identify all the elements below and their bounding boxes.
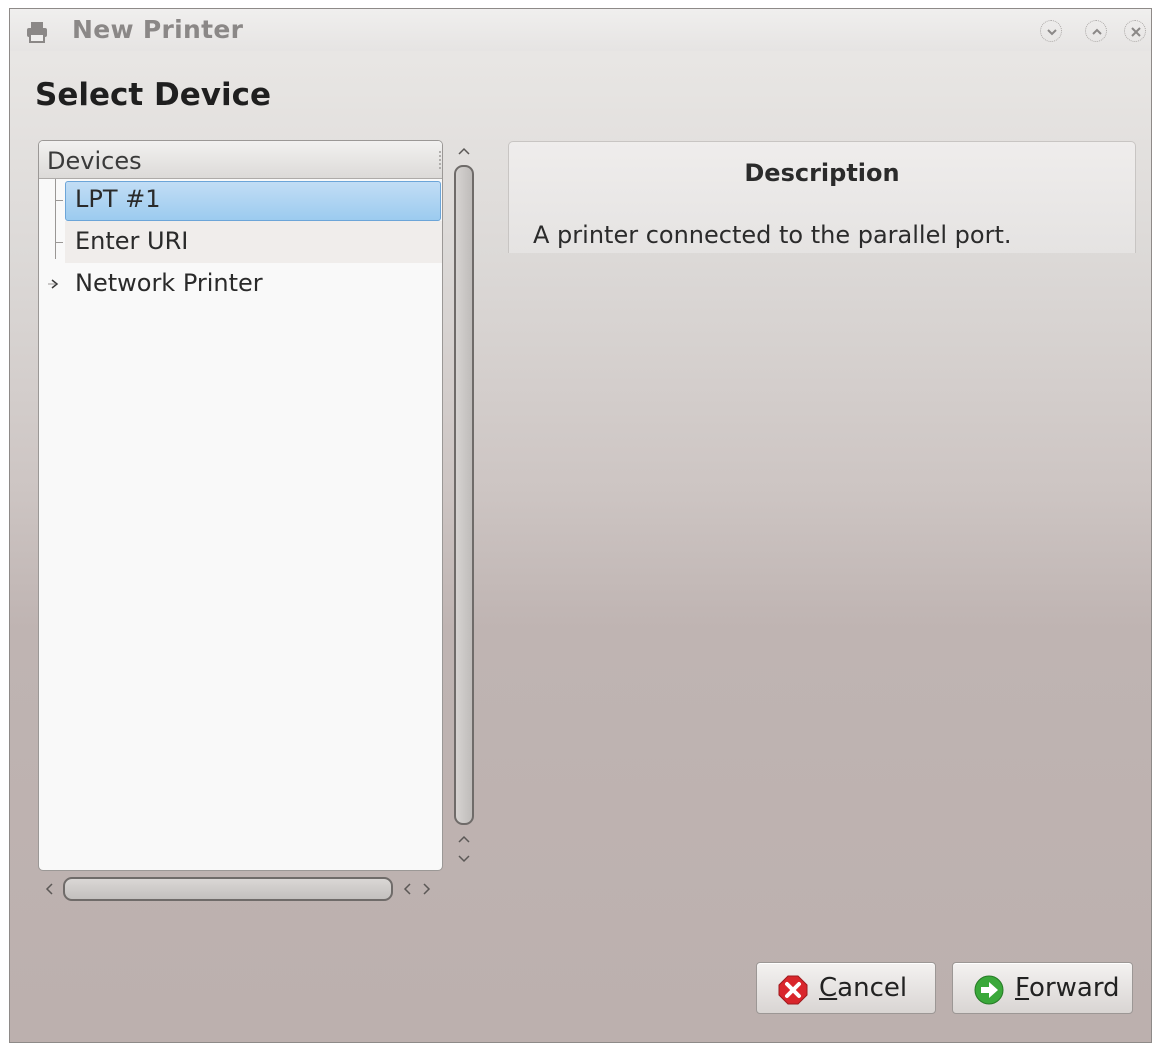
scroll-down-icon[interactable]	[456, 852, 472, 866]
cancel-mnemonic: C	[819, 973, 838, 1003]
close-button[interactable]	[1124, 20, 1146, 42]
tree-item-enter-uri[interactable]: Enter URI	[39, 221, 442, 263]
title-bar[interactable]: New Printer	[10, 9, 1151, 51]
printer-icon	[27, 22, 47, 43]
scroll-left-icon-right[interactable]	[400, 881, 414, 897]
devices-header-label: Devices	[47, 147, 142, 175]
new-printer-window: New Printer Select Device Devices LPT #1…	[9, 8, 1152, 1043]
tree-item-label: Network Printer	[75, 269, 263, 297]
column-resize-handle[interactable]	[439, 151, 442, 169]
scroll-right-icon[interactable]	[420, 881, 434, 897]
forward-icon	[974, 975, 1004, 1005]
vertical-scrollbar[interactable]	[450, 140, 478, 880]
forward-mnemonic: F	[1015, 973, 1030, 1003]
minimize-icon	[1047, 29, 1057, 36]
description-panel: Description A printer connected to the p…	[508, 141, 1136, 253]
tree-item-lpt1[interactable]: LPT #1	[39, 179, 442, 221]
maximize-button[interactable]	[1085, 20, 1107, 42]
tree-item-label: Enter URI	[75, 227, 189, 255]
forward-button[interactable]: Forward	[952, 962, 1133, 1014]
vertical-scroll-thumb[interactable]	[454, 165, 474, 825]
description-title: Description	[744, 159, 900, 187]
devices-tree[interactable]: Devices LPT #1 Enter URI Network Printer	[38, 140, 443, 871]
page-title: Select Device	[35, 77, 271, 113]
scroll-up-icon[interactable]	[456, 144, 472, 158]
tree-branch-line	[56, 242, 63, 243]
horizontal-scrollbar[interactable]	[38, 874, 448, 904]
cancel-label: Cancel	[819, 973, 907, 1003]
close-icon	[1131, 27, 1141, 37]
cancel-button[interactable]: Cancel	[756, 962, 936, 1014]
cancel-icon	[778, 975, 808, 1005]
window-title: New Printer	[72, 15, 244, 44]
forward-label: Forward	[1015, 973, 1120, 1003]
expander-arrow-icon[interactable]	[47, 276, 63, 292]
devices-column-header[interactable]: Devices	[39, 141, 442, 179]
scroll-up-icon-bottom[interactable]	[456, 832, 472, 846]
description-text: A printer connected to the parallel port…	[533, 221, 1012, 249]
maximize-icon	[1092, 28, 1102, 35]
tree-item-label: LPT #1	[75, 185, 161, 213]
tree-item-network-printer[interactable]: Network Printer	[39, 263, 442, 305]
minimize-button[interactable]	[1040, 20, 1062, 42]
forward-label-rest: orward	[1029, 973, 1120, 1003]
tree-branch-line	[56, 200, 63, 201]
scroll-left-icon[interactable]	[42, 881, 56, 897]
horizontal-scroll-thumb[interactable]	[63, 877, 393, 901]
cancel-label-rest: ancel	[837, 973, 908, 1003]
